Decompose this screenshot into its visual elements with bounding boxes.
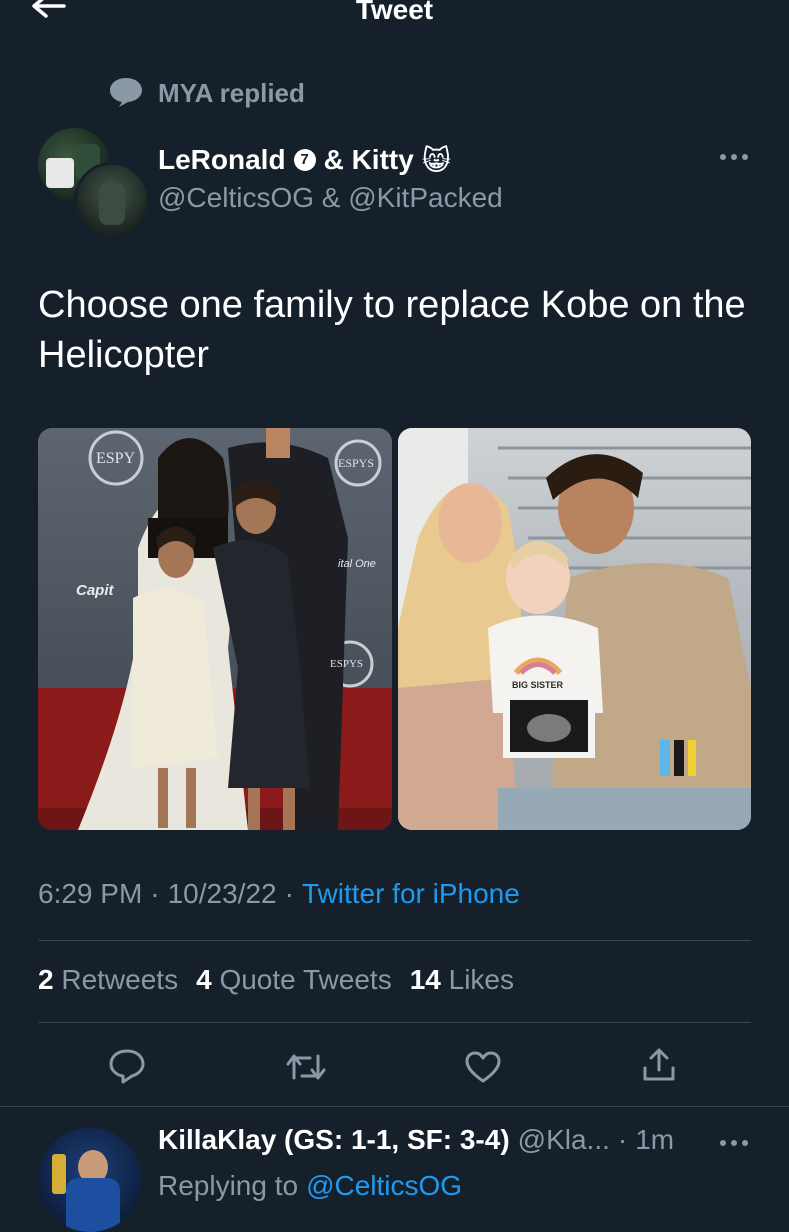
- more-button[interactable]: [718, 150, 750, 164]
- tweet-client-link[interactable]: Twitter for iPhone: [302, 878, 520, 910]
- tweet-date: 10/23/22: [167, 878, 277, 909]
- retweet-icon: [286, 1054, 326, 1080]
- more-horizontal-icon: [720, 1140, 748, 1146]
- replying-to-handle[interactable]: @CelticsOG: [306, 1170, 462, 1202]
- reply-avatar[interactable]: [38, 1128, 142, 1232]
- meta-separator: ·: [284, 878, 294, 909]
- sponsor-text-2: ital One: [338, 558, 376, 570]
- reply-author-name: KillaKlay (GS: 1-1, SF: 3-4): [158, 1124, 510, 1155]
- more-horizontal-icon: [720, 154, 748, 160]
- context-text: MYA replied: [158, 78, 305, 108]
- retweets-label: Retweets: [61, 964, 179, 995]
- quote-tweets-label: Quote Tweets: [219, 964, 392, 995]
- author-handle[interactable]: @CelticsOG & @KitPacked: [158, 182, 503, 214]
- heart-icon: [465, 1051, 501, 1083]
- retweets-count: 2: [38, 964, 54, 995]
- divider: [0, 1106, 789, 1107]
- retweets-stat[interactable]: 2 Retweets: [38, 964, 178, 996]
- divider: [38, 1022, 751, 1023]
- tweet-time: 6:29 PM: [38, 878, 143, 909]
- likes-count: 14: [409, 964, 441, 995]
- timestamp-row: 6:29 PM · 10/23/22 · Twitter for iPhone: [38, 878, 520, 910]
- stats-row: 2 Retweets 4 Quote Tweets 14 Likes: [38, 964, 514, 996]
- author-name: LeRonald: [158, 144, 286, 175]
- espy-sign-3: ESPYS: [330, 658, 364, 670]
- avatar-secondary[interactable]: [74, 162, 150, 238]
- page-title: Tweet: [355, 0, 434, 25]
- meta-separator: ·: [150, 878, 160, 909]
- share-icon: [643, 1048, 675, 1081]
- reply-header[interactable]: KillaKlay (GS: 1-1, SF: 3-4) @Kla... · 1…: [158, 1124, 674, 1156]
- onesie-text: BIG SISTER: [512, 680, 564, 690]
- family-photo-right[interactable]: BIG SISTER: [398, 428, 751, 830]
- replying-to-line: Replying to @CelticsOG: [158, 1170, 462, 1202]
- reply-separator: ·: [617, 1124, 628, 1155]
- share-button[interactable]: [640, 1046, 678, 1084]
- tweet-text: Choose one family to replace Kobe on the…: [38, 284, 746, 376]
- reply-author-handle: @Kla...: [517, 1124, 610, 1155]
- espy-sign-2: ESPYS: [338, 456, 375, 470]
- divider: [38, 940, 751, 941]
- speech-bubble-icon: [108, 76, 144, 108]
- quote-tweets-count: 4: [196, 964, 212, 995]
- reply-more-button[interactable]: [718, 1136, 750, 1150]
- quote-tweets-stat[interactable]: 4 Quote Tweets: [196, 964, 392, 996]
- reply-button[interactable]: [108, 1048, 146, 1084]
- likes-stat[interactable]: 14 Likes: [410, 964, 514, 996]
- like-button[interactable]: [464, 1050, 502, 1084]
- retweet-button[interactable]: [284, 1050, 328, 1084]
- badge-icon: 7: [293, 149, 316, 171]
- replying-to-label: Replying to: [158, 1170, 299, 1201]
- author-and-text: & Kitty: [323, 144, 414, 175]
- espy-sign-1: ESPY: [96, 450, 136, 467]
- likes-label: Likes: [448, 964, 515, 995]
- sponsor-text-1: Capit: [76, 582, 114, 599]
- author-name-row[interactable]: LeRonald 7 & Kitty 😸: [158, 142, 451, 178]
- family-photo-left[interactable]: ESPY ESPYS Capit ital One ESPYS: [38, 428, 392, 830]
- reply-icon: [109, 1049, 145, 1084]
- reply-time: 1m: [635, 1124, 675, 1155]
- cat-emoji-icon: 😸: [421, 144, 451, 176]
